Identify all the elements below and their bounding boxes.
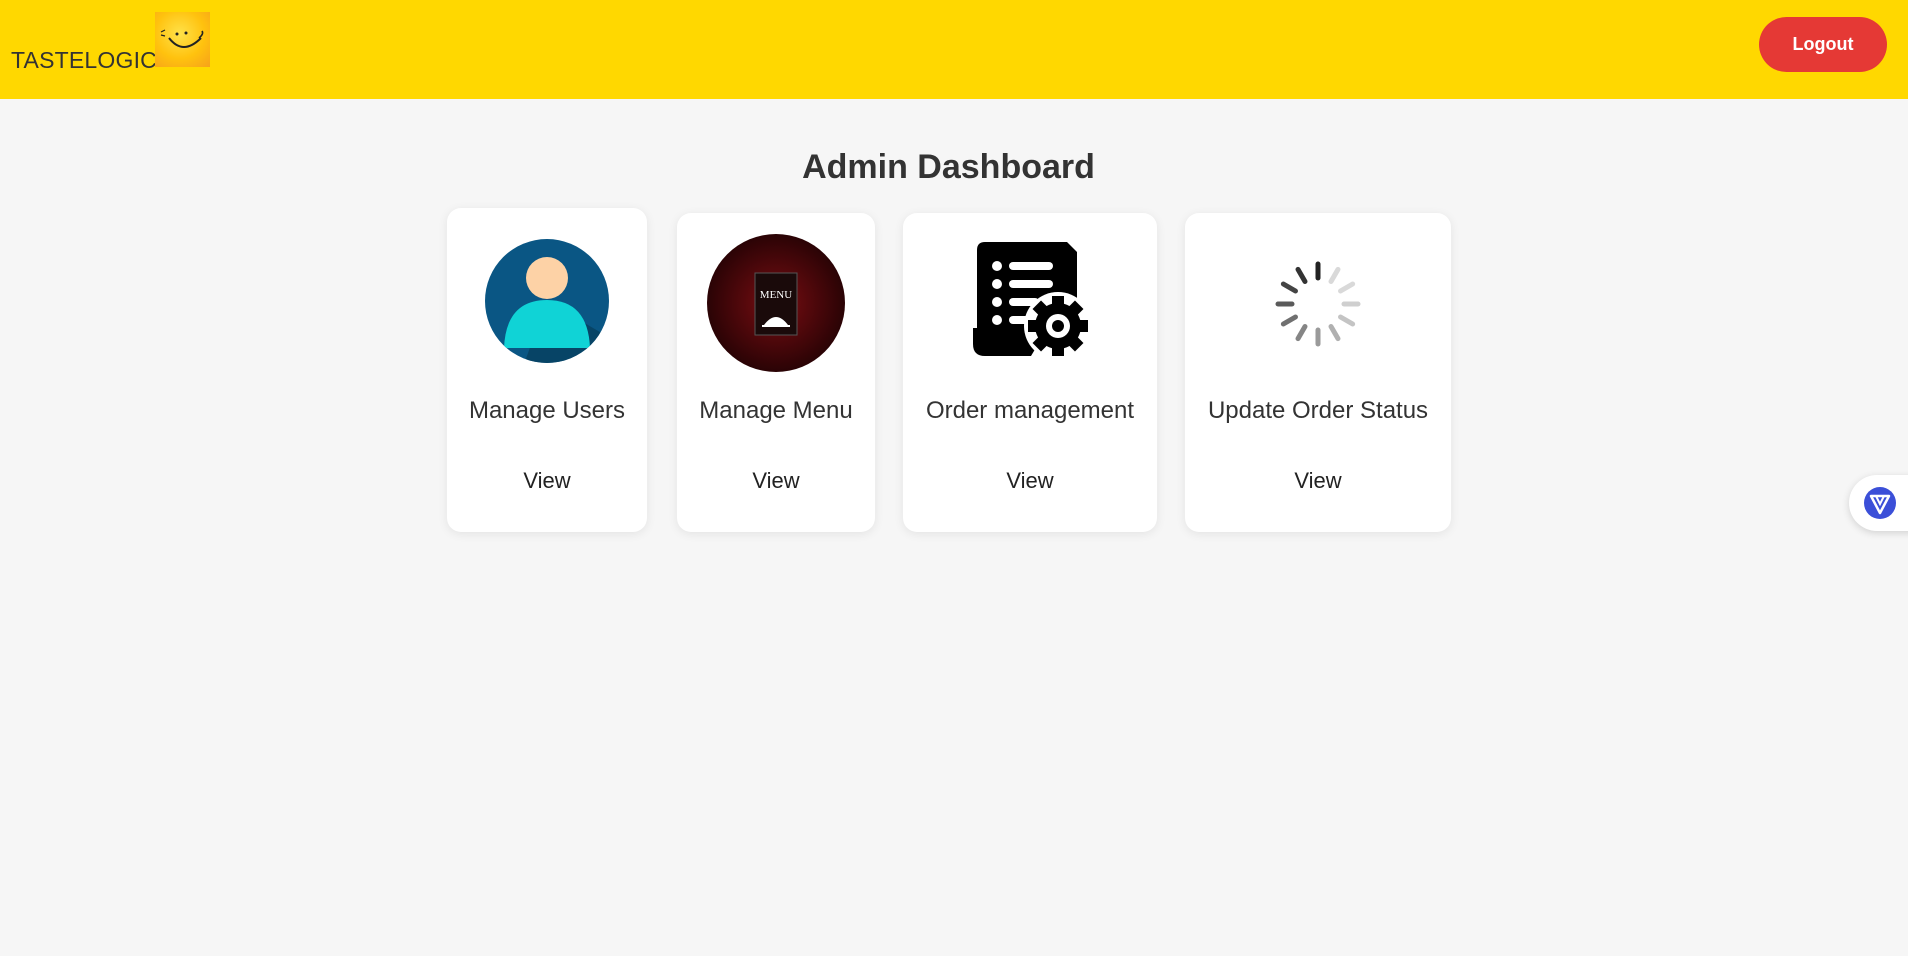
card-label: Manage Menu bbox=[699, 397, 853, 424]
view-link[interactable]: View bbox=[903, 468, 1157, 494]
card-label: Manage Users bbox=[468, 397, 626, 424]
user-avatar-icon bbox=[484, 238, 610, 369]
page-title: Admin Dashboard bbox=[802, 148, 1095, 186]
view-link[interactable]: View bbox=[1185, 468, 1451, 494]
card-label: Update Order Status bbox=[1207, 397, 1429, 424]
manage-users-card[interactable]: Manage Users View bbox=[447, 208, 647, 532]
top-header: TASTELOGIC Logout bbox=[0, 0, 1908, 99]
manage-menu-card[interactable]: MENU Manage Menu View bbox=[677, 213, 875, 532]
card-label: Order management bbox=[925, 397, 1135, 424]
order-management-card[interactable]: Order management View bbox=[903, 213, 1157, 532]
brand-name: TASTELOGIC bbox=[11, 47, 157, 73]
view-link[interactable]: View bbox=[447, 468, 647, 494]
view-link[interactable]: View bbox=[677, 468, 875, 494]
floating-extension-widget[interactable] bbox=[1849, 475, 1908, 531]
logout-button[interactable]: Logout bbox=[1759, 17, 1887, 72]
update-order-status-card[interactable]: Update Order Status View bbox=[1185, 213, 1451, 532]
brand-logo-icon bbox=[155, 12, 210, 67]
loading-spinner-icon bbox=[1274, 260, 1362, 353]
order-list-gear-icon bbox=[971, 240, 1092, 367]
restaurant-menu-icon: MENU bbox=[706, 233, 846, 378]
svg-text:MENU: MENU bbox=[760, 289, 792, 301]
browser-extension-icon bbox=[1863, 486, 1897, 525]
